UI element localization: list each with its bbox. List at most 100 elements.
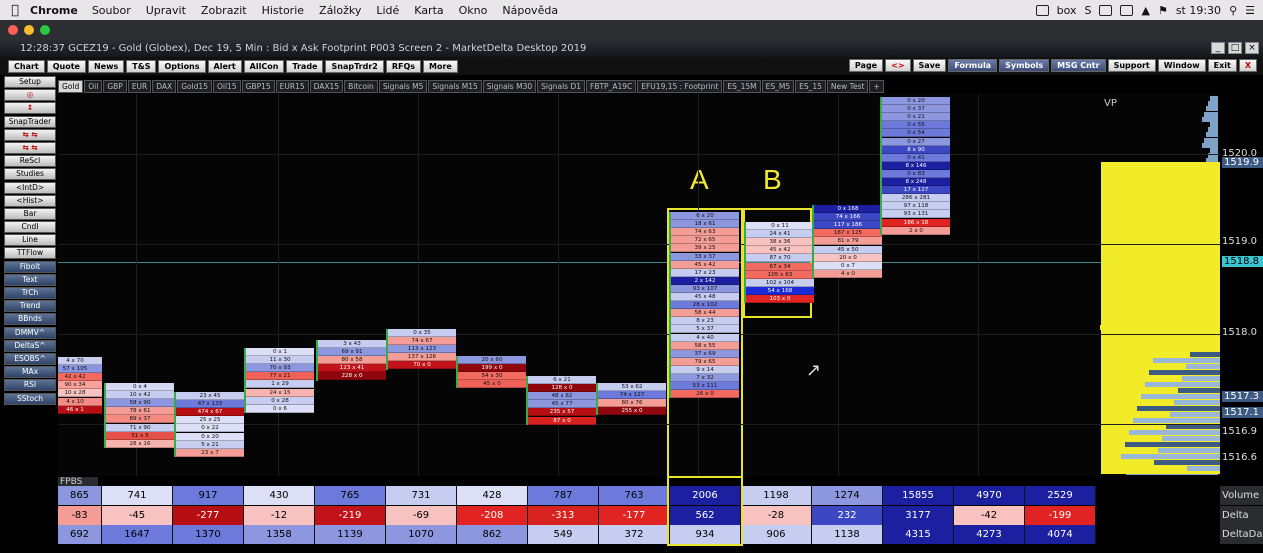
- menu-item[interactable]: Lidé: [376, 4, 399, 17]
- toolbar-right-button[interactable]: Window: [1157, 59, 1206, 72]
- chart-tab[interactable]: Gold: [58, 80, 84, 93]
- chart-tab[interactable]: New Test: [826, 80, 869, 93]
- chart-tab[interactable]: EUR15: [275, 80, 309, 93]
- chart-tab[interactable]: ES_M5: [761, 80, 795, 93]
- s-status[interactable]: S: [1084, 4, 1091, 17]
- chart-tab[interactable]: DAX15: [309, 80, 344, 93]
- chart-tab[interactable]: EFU19,15 : Footprint: [637, 80, 723, 93]
- menu-list-icon[interactable]: ☰: [1245, 4, 1255, 17]
- study-button[interactable]: ↕: [4, 102, 56, 115]
- airplay-icon[interactable]: [1120, 4, 1134, 16]
- menu-item[interactable]: Zobrazit: [201, 4, 247, 17]
- study-button[interactable]: Text: [4, 273, 56, 286]
- study-button[interactable]: Line: [4, 234, 56, 247]
- study-button[interactable]: ESOBS^: [4, 352, 56, 365]
- search-icon[interactable]: ⚲: [1229, 4, 1237, 17]
- maximize-window-icon[interactable]: [40, 25, 50, 35]
- chart-tab[interactable]: +: [869, 80, 884, 93]
- toolbar-button-snaptrdr2[interactable]: SnapTrdr2: [325, 59, 384, 73]
- chart-tab[interactable]: ES_15M: [723, 80, 761, 93]
- study-button[interactable]: MAx: [4, 366, 56, 379]
- chart-tab[interactable]: Signals M30: [482, 80, 537, 93]
- study-button[interactable]: DMMV^: [4, 326, 56, 339]
- toolbar-button-allcon[interactable]: AllCon: [243, 59, 285, 73]
- study-button[interactable]: Setup: [4, 76, 56, 88]
- toolbar-right-button[interactable]: Symbols: [999, 59, 1050, 72]
- study-button[interactable]: ReScl: [4, 155, 56, 168]
- toolbar-right-button[interactable]: Save: [912, 59, 947, 72]
- study-button[interactable]: DeltaS^: [4, 339, 56, 352]
- toolbar-button-chart[interactable]: Chart: [8, 59, 45, 73]
- toolbar-button-ts[interactable]: T&S: [126, 59, 157, 73]
- chart-tab[interactable]: Gold15: [177, 80, 212, 93]
- study-button[interactable]: SStoch: [4, 392, 56, 405]
- browser-titlebar: [0, 20, 1263, 40]
- note-icon[interactable]: [1099, 4, 1113, 16]
- chart-tab[interactable]: Signals M5: [378, 80, 428, 93]
- chart-tab[interactable]: Oil: [84, 80, 103, 93]
- toolbar-button-news[interactable]: News: [87, 59, 125, 73]
- minimize-icon[interactable]: _: [1211, 42, 1225, 54]
- study-button[interactable]: ◎: [4, 89, 56, 102]
- toolbar-button-alert[interactable]: Alert: [207, 59, 242, 73]
- toolbar-right-button[interactable]: X: [1238, 59, 1257, 72]
- menu-item[interactable]: Upravit: [146, 4, 186, 17]
- screen-icon[interactable]: [1035, 4, 1049, 16]
- chart-tab[interactable]: DAX: [152, 80, 177, 93]
- chart-tab[interactable]: Oil15: [212, 80, 241, 93]
- study-button[interactable]: TTFlow: [4, 247, 56, 260]
- menu-item[interactable]: Záložky: [319, 4, 361, 17]
- toolbar-right-button[interactable]: Page: [848, 59, 884, 72]
- menu-item[interactable]: Karta: [414, 4, 443, 17]
- apple-icon[interactable]: : [0, 3, 30, 18]
- toolbar-right-button[interactable]: Support: [1107, 59, 1156, 72]
- toolbar-button-rfqs[interactable]: RFQs: [385, 59, 422, 73]
- toolbar-right-button[interactable]: Exit: [1207, 59, 1237, 72]
- footprint-chart[interactable]: A B VP ↗ 4 x 70 57 x 105 42 x 42 90 x 34 10 …: [58, 94, 1220, 476]
- clock[interactable]: st 19:30: [1176, 4, 1221, 17]
- study-button[interactable]: ⇆ ⇆: [4, 141, 56, 154]
- toolbar-button-more[interactable]: More: [423, 59, 458, 73]
- toolbar-right-button[interactable]: MSG Cntr: [1051, 59, 1106, 72]
- menu-item[interactable]: Soubor: [92, 4, 131, 17]
- restore-icon[interactable]: □: [1228, 42, 1242, 54]
- study-button[interactable]: TrCh: [4, 287, 56, 299]
- box-status[interactable]: box: [1057, 4, 1077, 17]
- toolbar-right-button[interactable]: <>: [885, 59, 911, 72]
- study-button[interactable]: ⇆ ⇆: [4, 128, 56, 141]
- toolbar-button-trade[interactable]: Trade: [286, 59, 324, 73]
- chart-tab[interactable]: FBTP_A19C: [586, 80, 637, 93]
- chart-tab[interactable]: Signals M15: [428, 80, 482, 93]
- study-button[interactable]: RSI: [4, 379, 56, 392]
- grid-line-horizontal: [58, 154, 1220, 155]
- toolbar-button-quote[interactable]: Quote: [46, 59, 86, 73]
- chart-tab[interactable]: Bitcoin: [344, 80, 378, 93]
- study-button[interactable]: BBnds: [4, 313, 56, 326]
- menu-item[interactable]: Okno: [459, 4, 488, 17]
- chart-tab[interactable]: EUR: [127, 80, 152, 93]
- app-name[interactable]: Chrome: [30, 4, 78, 17]
- chart-tab[interactable]: GBP: [103, 80, 127, 93]
- study-button[interactable]: Bar: [4, 207, 56, 220]
- stats-row-volume: 865 741 917 430 765 731 428 787 763 2006 1198 1274 1…: [58, 486, 1096, 506]
- menu-item[interactable]: Nápověda: [502, 4, 558, 17]
- study-button[interactable]: CndI: [4, 221, 56, 234]
- study-button[interactable]: <IntD>: [4, 181, 56, 194]
- wifi-icon[interactable]: ▲: [1141, 4, 1149, 17]
- study-button[interactable]: Studies: [4, 168, 56, 181]
- study-button[interactable]: <Hist>: [4, 194, 56, 207]
- chart-tab[interactable]: GBP15: [241, 80, 275, 93]
- study-button[interactable]: SnapTrader: [4, 115, 56, 128]
- menu-item[interactable]: Historie: [262, 4, 304, 17]
- toolbar-button-options[interactable]: Options: [158, 59, 206, 73]
- toolbar-right-button[interactable]: Formula: [948, 59, 998, 72]
- footprint-cell: 0 x 168: [814, 205, 882, 213]
- close-icon[interactable]: ×: [1245, 42, 1259, 54]
- study-button[interactable]: Fibolt: [4, 260, 56, 273]
- minimize-window-icon[interactable]: [24, 25, 34, 35]
- flag-icon[interactable]: ⚑: [1158, 4, 1168, 17]
- study-button[interactable]: Trend: [4, 300, 56, 313]
- chart-tab[interactable]: ES_15: [795, 80, 826, 93]
- close-window-icon[interactable]: [8, 25, 18, 35]
- chart-tab[interactable]: Signals D1: [537, 80, 586, 93]
